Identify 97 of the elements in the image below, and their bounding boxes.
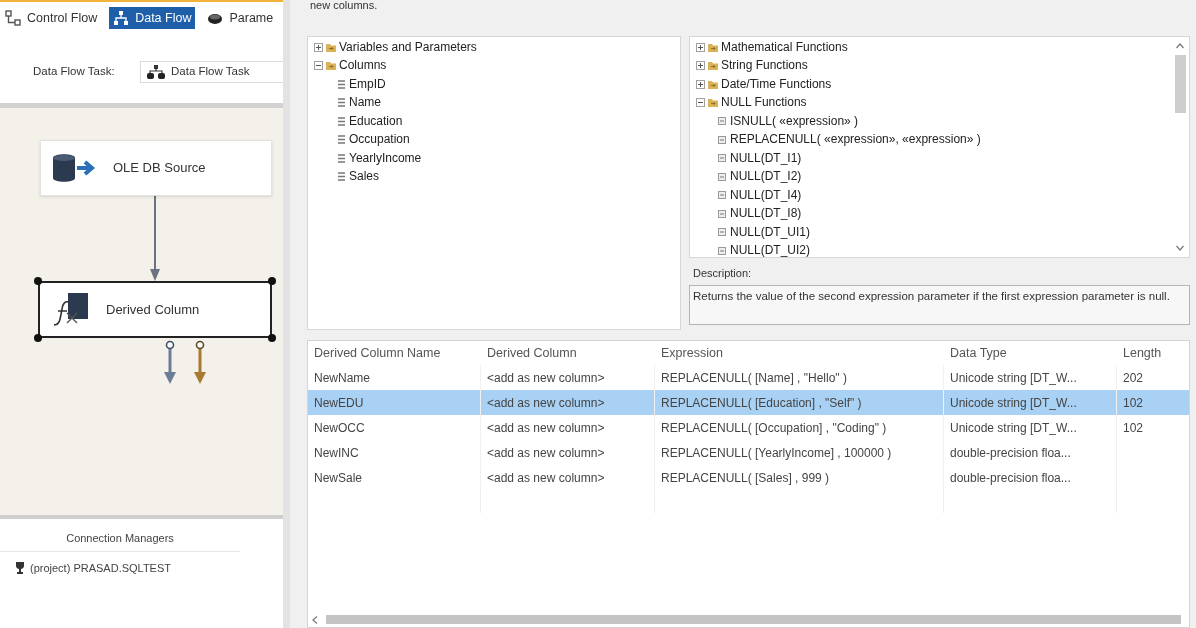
folder-icon xyxy=(708,98,718,108)
tree-item[interactable]: String Functions xyxy=(721,58,808,74)
table-cell-text: <add as new column> xyxy=(487,369,605,387)
folder-icon xyxy=(708,79,718,89)
folder-icon xyxy=(326,61,336,71)
output-path-arrow xyxy=(164,340,176,384)
folder-icon xyxy=(326,42,336,52)
tree-item[interactable]: YearlyIncome xyxy=(349,150,422,166)
task-label: Data Flow Task: xyxy=(33,64,116,80)
tree-item[interactable]: Occupation xyxy=(349,132,410,148)
table-cell-text: <add as new column> xyxy=(487,444,605,462)
folder-icon xyxy=(708,42,718,52)
table-cell-text: Unicode string [DT_W... xyxy=(950,394,1077,412)
tree-item[interactable]: Columns xyxy=(339,58,387,74)
tree-item[interactable]: NULL(DT_I2) xyxy=(730,169,802,185)
function-icon xyxy=(718,246,726,255)
function-icon xyxy=(718,172,726,181)
scroll-up-icon xyxy=(1176,43,1184,49)
tree-item[interactable]: NULL(DT_UI1) xyxy=(730,224,810,240)
task-dropdown[interactable]: Data Flow Task xyxy=(140,61,283,83)
designer-tab[interactable]: Control Flow xyxy=(1,7,102,29)
table-cell-text: double-precision floa... xyxy=(950,444,1071,462)
table-cell-text: NewSale xyxy=(314,469,363,487)
function-icon xyxy=(718,154,726,163)
tree-item[interactable]: NULL Functions xyxy=(721,95,807,111)
table-cell-text: 202 xyxy=(1123,369,1144,387)
tree-item[interactable]: NULL(DT_UI2) xyxy=(730,243,810,257)
column-icon xyxy=(338,172,345,182)
function-icon xyxy=(718,228,726,237)
tree-item[interactable]: NULL(DT_I8) xyxy=(730,206,802,222)
component-node[interactable]: Derived Column xyxy=(38,281,272,338)
table-cell-text: <add as new column> xyxy=(487,419,605,437)
table-cell-text: NewOCC xyxy=(314,419,365,437)
table-cell-text: REPLACENULL( [Occupation] , "Coding" ) xyxy=(661,419,887,437)
column-header[interactable]: Derived Column xyxy=(481,341,655,365)
tree-item[interactable]: NULL(DT_I1) xyxy=(730,150,802,166)
table-row[interactable]: NewEDU <add as new column> REPLACENULL( [Education] , "Self" ) Unicode string [DT_W... 102 xyxy=(308,390,1189,415)
designer-tab[interactable]: Data Flow xyxy=(109,7,196,29)
column-icon xyxy=(338,79,345,89)
table-cell-text: REPLACENULL( [YearlyIncome] , 100000 ) xyxy=(661,444,892,462)
table-cell-text: <add as new column> xyxy=(487,394,605,412)
resize-handle[interactable] xyxy=(268,334,276,342)
function-icon xyxy=(718,209,726,218)
table-cell-text: NewName xyxy=(314,369,370,387)
column-icon xyxy=(338,98,345,108)
function-icon xyxy=(718,117,726,126)
scrollbar-thumb[interactable] xyxy=(1174,55,1186,113)
tree-item[interactable]: Mathematical Functions xyxy=(721,39,848,55)
tree-item[interactable]: Sales xyxy=(349,169,380,185)
tree-item[interactable]: ISNULL( «expression» ) xyxy=(730,113,859,129)
database-arrow-icon xyxy=(51,153,97,183)
column-icon xyxy=(338,153,345,163)
table-cell-text: Unicode string [DT_W... xyxy=(950,369,1077,387)
resize-handle[interactable] xyxy=(34,334,42,342)
panel-tab[interactable]: Connection Managers xyxy=(0,526,240,552)
table-cell-text: double-precision floa... xyxy=(950,469,1071,487)
function-icon xyxy=(718,135,726,144)
table-cell-text: Unicode string [DT_W... xyxy=(950,419,1077,437)
component-node[interactable]: OLE DB Source xyxy=(40,140,272,196)
table-cell-text: 102 xyxy=(1123,419,1144,437)
tree-item[interactable]: NULL(DT_I4) xyxy=(730,187,802,203)
table-cell-text: 102 xyxy=(1123,394,1144,412)
flow-chart-icon xyxy=(5,10,21,26)
column-icon xyxy=(338,116,345,126)
data-flow-icon xyxy=(147,65,165,79)
column-header[interactable]: Expression xyxy=(655,341,944,365)
tree-item[interactable]: Education xyxy=(349,113,403,129)
connection-icon xyxy=(16,562,24,574)
connection-item[interactable]: (project) PRASAD.SQLTEST xyxy=(30,559,171,577)
table-cell-text: REPLACENULL( [Name] , "Hello" ) xyxy=(661,369,847,387)
table-cell-text: <add as new column> xyxy=(487,469,605,487)
description-box: Returns the value of the second expression parameter if the first expression parameter is null. xyxy=(689,285,1190,325)
column-header[interactable]: Data Type xyxy=(944,341,1117,365)
function-icon xyxy=(718,191,726,200)
resize-handle[interactable] xyxy=(34,277,42,285)
table-cell-text: NewINC xyxy=(314,444,359,462)
column-icon xyxy=(338,135,345,145)
table-cell-text: NewEDU xyxy=(314,394,364,412)
table-cell-text: REPLACENULL( [Sales] , 999 ) xyxy=(661,469,830,487)
folder-icon xyxy=(708,61,718,71)
tree-item[interactable]: Date/Time Functions xyxy=(721,76,832,92)
tree-item[interactable]: Variables and Parameters xyxy=(339,39,477,55)
resize-handle[interactable] xyxy=(268,277,276,285)
error-path-arrow xyxy=(194,340,206,384)
designer-tab[interactable]: Parame xyxy=(203,7,278,29)
tree-item[interactable]: REPLACENULL( «expression», «expression» ) xyxy=(730,132,981,148)
scroll-left-icon xyxy=(312,615,318,624)
column-header[interactable]: Derived Column Name xyxy=(308,341,481,365)
table-cell-text: REPLACENULL( [Education] , "Self" ) xyxy=(661,394,862,412)
data-flow-icon xyxy=(113,10,130,26)
scrollbar-thumb[interactable] xyxy=(326,615,1181,624)
column-header[interactable]: Length xyxy=(1117,341,1189,365)
instruction-text: new columns. xyxy=(309,0,379,11)
tree-item[interactable]: EmpID xyxy=(349,76,386,92)
tree-item[interactable]: Name xyxy=(349,95,381,111)
scroll-down-icon xyxy=(1176,245,1184,251)
description-label: Description: xyxy=(692,266,753,280)
